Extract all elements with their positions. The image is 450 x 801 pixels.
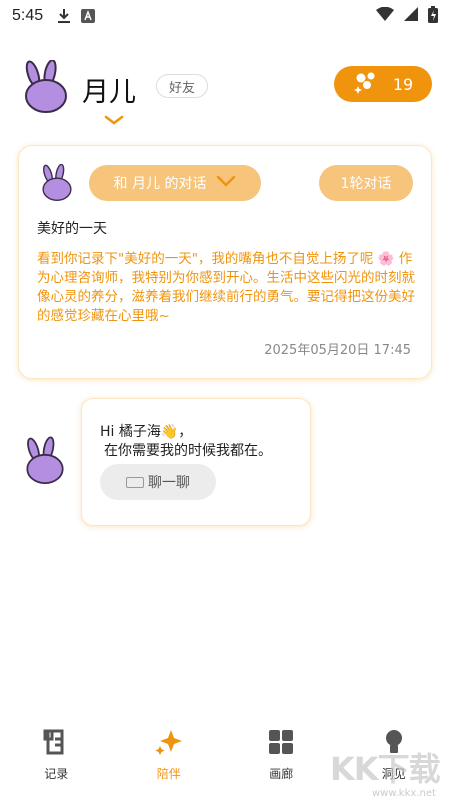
companion-avatar-small [39,163,75,202]
watermark-url: www.kkx.net [372,788,436,799]
conversation-dropdown[interactable]: 和 月儿 的对话 [89,165,261,201]
chevron-down-icon[interactable] [104,110,124,129]
chat-button-label: 聊一聊 [148,475,190,491]
chevron-down-icon [216,175,236,191]
gallery-icon [267,728,295,759]
journal-icon [42,728,70,759]
greeting-bubble: Hi 橘子海👋， 在你需要我的时候我都在。 聊一聊 [81,398,311,526]
companion-header: 月儿 好友 19 [20,58,432,125]
tab-gallery[interactable]: 画廊 [225,718,338,801]
points-count: 19 [392,74,414,94]
download-icon [57,8,71,24]
status-bar: 5:45 [0,0,450,32]
conversation-label: 和 月儿 的对话 [113,176,207,192]
greeting-line-2: 在你需要我的时候我都在。 [104,443,272,459]
tab-gallery-label: 画廊 [269,767,294,781]
entry-response-text: 看到你记录下"美好的一天"，我的嘴角也不自觉上扬了呢 🌸 作为心理咨询师，我特别… [37,251,415,324]
tab-companion-label: 陪伴 [156,767,181,781]
points-button[interactable]: 19 [334,66,432,102]
journal-response-card[interactable]: 和 月儿 的对话 1轮对话 美好的一天 看到你记录下"美好的一天"，我的嘴角也不… [18,145,432,379]
entry-title: 美好的一天 [37,221,107,237]
sparkle-cluster-icon [353,70,379,98]
battery-icon [428,5,438,27]
wifi-icon [376,6,394,25]
entry-timestamp: 2025年05月20日 17:45 [264,343,411,358]
watermark-logo: KK下载 [330,750,441,788]
signal-icon [404,7,418,25]
greeting-line-1: Hi 橘子海👋， [100,424,193,440]
chat-button[interactable]: 聊一聊 [100,464,216,500]
app-notification-icon [81,9,96,23]
tab-journal-label: 记录 [44,767,69,781]
rounds-button[interactable]: 1轮对话 [319,165,413,201]
tab-journal[interactable]: 记录 [0,718,113,801]
companion-name: 月儿 [82,77,136,108]
tab-companion[interactable]: 陪伴 [113,718,226,801]
companion-avatar [22,436,68,486]
sparkle-icon [154,728,184,759]
friend-tag: 好友 [156,74,209,98]
companion-avatar[interactable] [20,59,72,114]
keyboard-icon [126,476,144,488]
status-time: 5:45 [12,7,44,24]
